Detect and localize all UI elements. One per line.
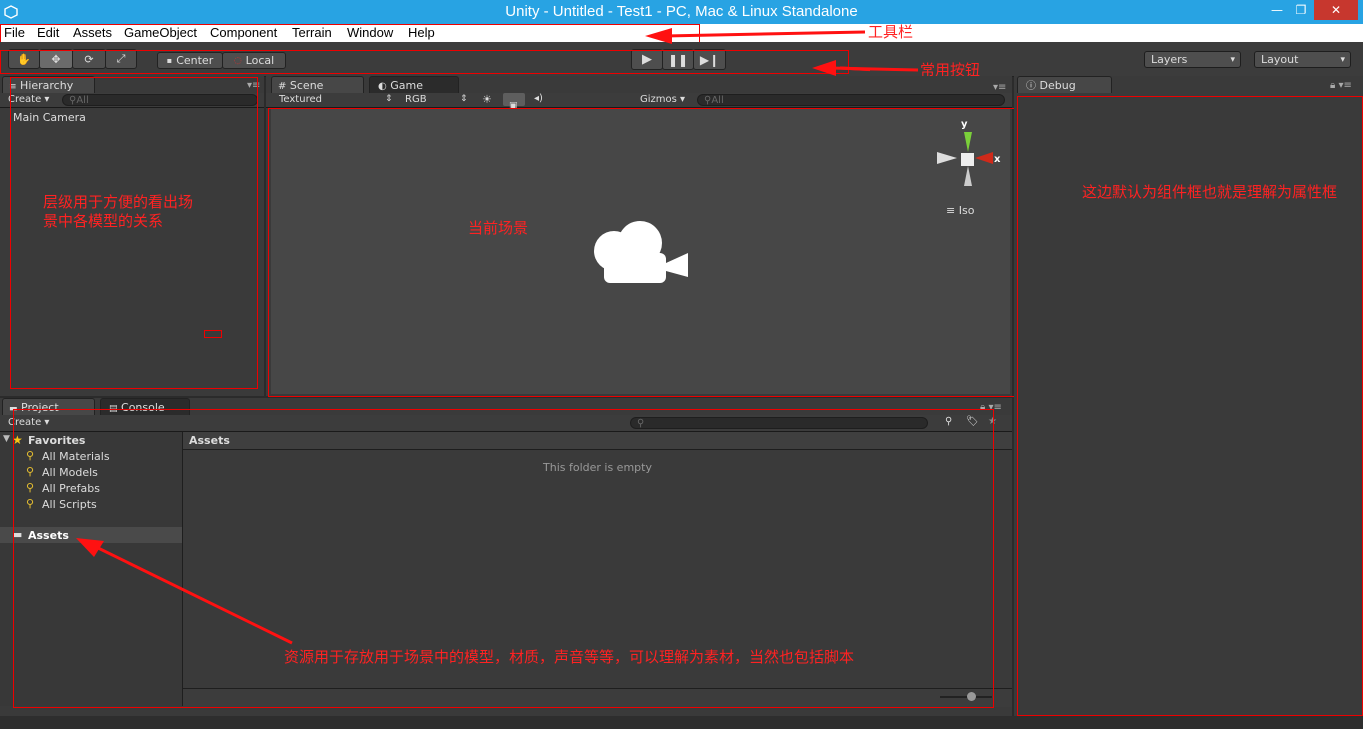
annotation-hierarchy-line1: 层级用于方便的看出场 [43, 193, 194, 211]
annotation-hierarchy-line2: 景中各模型的关系 [43, 212, 164, 230]
hierarchy-highlight-box [10, 77, 258, 389]
iso-toggle[interactable]: ≡ Iso [946, 204, 974, 217]
status-bar [0, 716, 1363, 729]
grid-icon: # [278, 81, 287, 92]
iso-label: Iso [958, 204, 975, 217]
annotation-inspector: 这边默认为组件框也就是理解为属性框 [1082, 183, 1338, 201]
draw-mode-dropdown[interactable]: Textured [279, 94, 322, 105]
layers-dropdown[interactable]: Layers [1144, 51, 1241, 68]
scene-search-placeholder: All [711, 95, 724, 106]
render-mode-label: RGB [405, 94, 427, 105]
image-effects-toggle[interactable]: ▣ [503, 93, 525, 111]
render-mode-dropdown[interactable]: RGB [405, 94, 427, 105]
small-highlight-box [204, 330, 222, 338]
tab-scene[interactable]: # Scene [271, 76, 364, 93]
info-icon: ⓘ [1026, 81, 1036, 92]
render-mode-arrows-icon: ⇕ [460, 94, 468, 104]
expand-arrow-icon[interactable]: ▼ [3, 434, 10, 444]
menu-lines-icon: ≡ [946, 204, 959, 217]
audio-toggle-icon[interactable]: ◂) [534, 93, 543, 104]
title-bar: Unity - Untitled - Test1 - PC, Mac & Lin… [0, 0, 1363, 24]
debug-tab-label: Debug [1039, 79, 1076, 92]
window-title: Unity - Untitled - Test1 - PC, Mac & Lin… [505, 3, 858, 20]
game-tab-label: Game [390, 79, 423, 92]
tab-debug[interactable]: ⓘ Debug [1017, 76, 1112, 93]
assets-annotation-arrow [76, 538, 293, 645]
layout-dropdown[interactable]: Layout [1254, 51, 1351, 68]
gizmos-dropdown[interactable]: Gizmos ▾ [640, 94, 685, 105]
scene-panel-menu-icon[interactable]: ▾≡ [993, 82, 1006, 93]
minimize-button[interactable]: — [1266, 0, 1288, 20]
gizmo-x-label: x [994, 154, 1001, 165]
scene-gizmo-icon[interactable] [935, 120, 1001, 190]
annotation-assets: 资源用于存放用于场景中的模型，材质，声音等等，可以理解为素材，当然也包括脚本 [284, 648, 855, 666]
scene-tab-label: Scene [289, 79, 324, 92]
restore-button[interactable]: ❐ [1290, 0, 1312, 20]
gizmo-y-label: y [961, 119, 968, 130]
pacman-icon: ◐ [378, 81, 387, 92]
tab-game[interactable]: ◐ Game [369, 76, 459, 93]
gizmos-label: Gizmos [640, 94, 677, 105]
scene-search-input[interactable]: ⚲All [697, 94, 1005, 106]
toolbar-highlight-box [0, 24, 700, 43]
draw-mode-label: Textured [279, 94, 322, 105]
camera-icon[interactable] [592, 215, 690, 287]
annotation-scene: 当前场景 [468, 219, 529, 237]
inspector-lock-icon[interactable]: 🔒︎ ▾≡ [1330, 80, 1352, 91]
draw-mode-arrows-icon: ⇕ [385, 94, 393, 104]
annotation-toolbar: 工具栏 [868, 23, 914, 41]
lighting-toggle-icon[interactable]: ☀ [482, 93, 492, 106]
close-button[interactable]: ✕ [1314, 0, 1358, 20]
